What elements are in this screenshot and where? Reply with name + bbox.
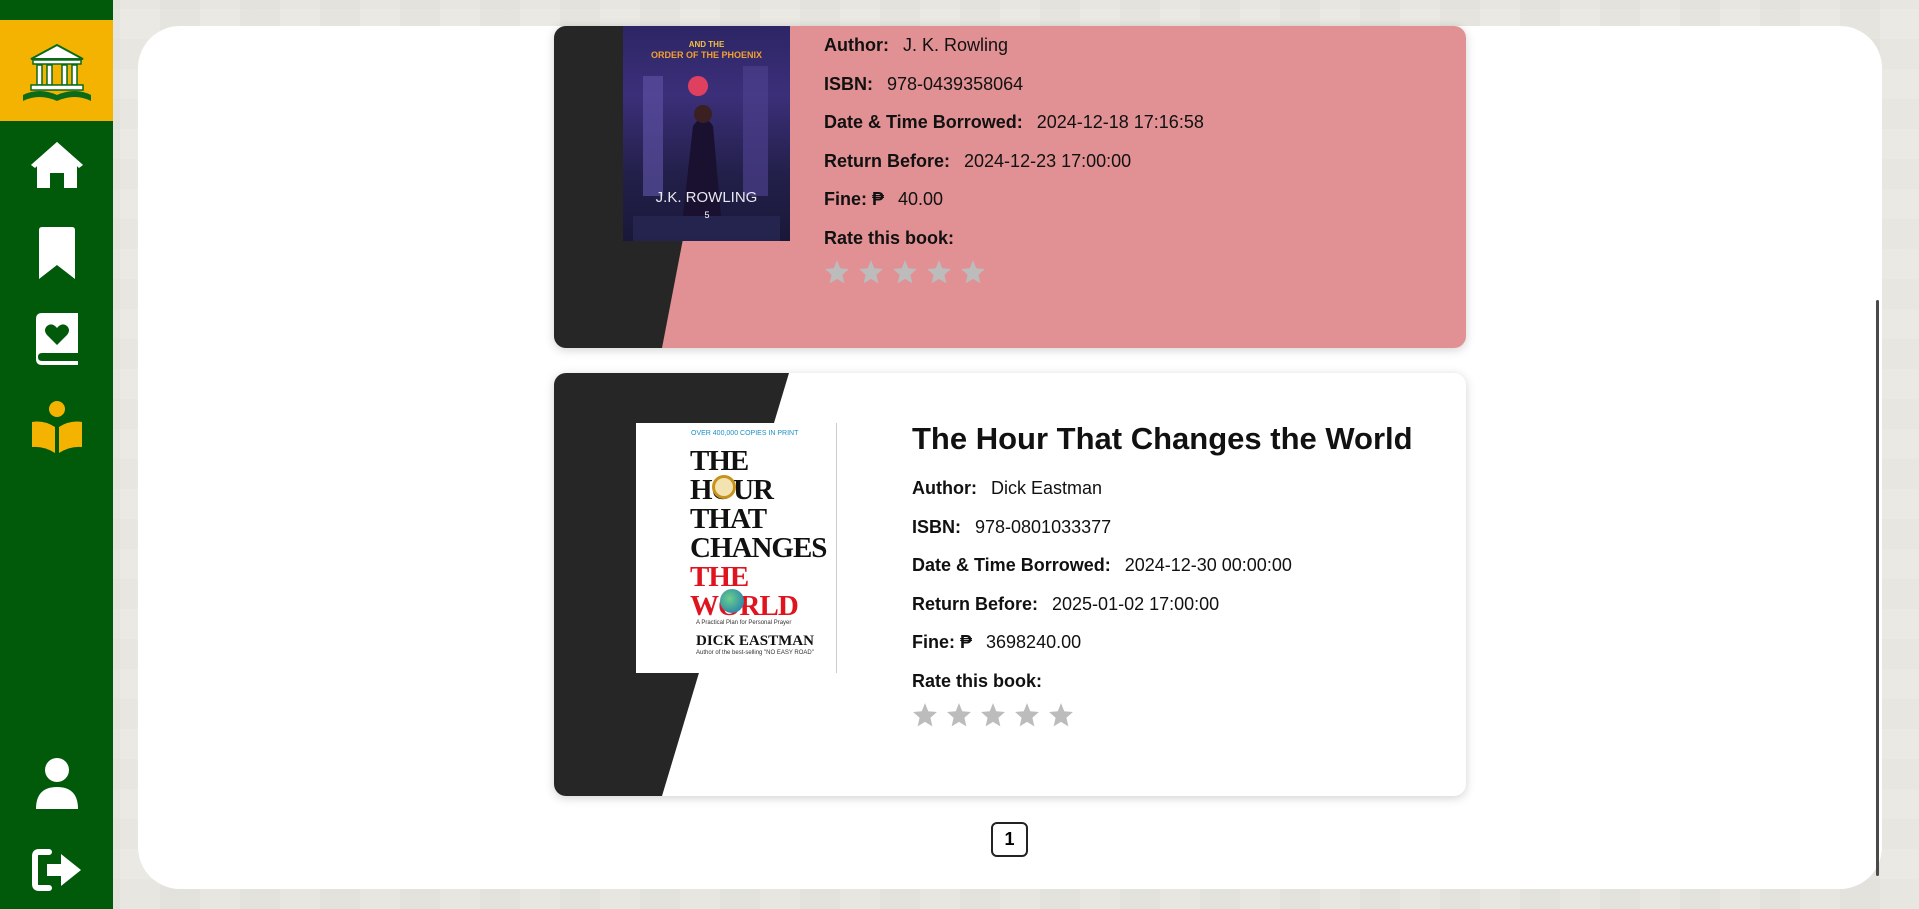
star-icon[interactable] [892,259,918,285]
book-cover: AND THE ORDER OF THE PHOENIX J.K. ROWLIN… [623,26,790,241]
book-cover: OVER 400,000 COPIES IN PRINT THE HOUR TH… [636,423,837,673]
scrollbar-thumb[interactable] [1876,300,1879,876]
cover-subtitle: ORDER OF THE PHOENIX [650,50,762,60]
cover-line: HOUR [690,476,826,505]
user-icon [35,758,78,809]
star-icon[interactable] [858,259,884,285]
isbn-label: ISBN: [824,73,873,94]
star-icon[interactable] [960,259,986,285]
fine-row: Fine: ₱ 40.00 [824,180,1204,219]
bookmark-icon [38,227,75,279]
cover-author-note: Author of the best-selling "NO EASY ROAD… [696,650,814,656]
borrowed-label: Date & Time Borrowed: [912,555,1111,575]
sidebar [0,0,113,909]
nav-logout[interactable] [0,835,113,905]
star-icon[interactable] [1048,702,1074,728]
return-value: 2025-01-02 17:00:00 [1052,593,1220,614]
cover-title-block: THE HOUR THAT CHANGES THE WORLD [690,445,827,622]
isbn-value: 978-0439358064 [887,73,1024,94]
cover-line: CHANGES [690,532,827,564]
cover-tagline: A Practical Plan for Personal Prayer [696,620,792,626]
book-title: The Hour That Changes the World [912,421,1413,456]
logout-icon [31,849,81,891]
cover-line: THE [690,445,749,477]
cover-number: 5 [704,210,710,220]
star-icon[interactable] [912,702,938,728]
cover-and-the: AND THE [688,40,725,49]
book-details: Author: J. K. Rowling ISBN: 978-0439358064… [824,26,1204,285]
nav-bookmarks[interactable] [0,218,113,288]
author-row: Author: J. K. Rowling [824,26,1204,65]
fine-value: 3698240.00 [986,632,1082,652]
borrowed-value: 2024-12-30 00:00:00 [1124,555,1292,575]
fine-row: Fine: ₱ 3698240.00 [912,623,1413,662]
isbn-value: 978-0801033377 [975,516,1112,537]
author-label: Author: [912,478,977,498]
nav-reading[interactable] [0,392,113,462]
borrowed-label: Date & Time Borrowed: [824,112,1023,132]
return-row: Return Before: 2024-12-23 17:00:00 [824,142,1204,181]
isbn-row: ISBN: 978-0439358064 [824,65,1204,104]
star-rating [824,259,1204,285]
cover-banner: OVER 400,000 COPIES IN PRINT [691,430,799,437]
cover-line: THAT [690,503,767,535]
clock-icon [712,475,736,499]
return-row: Return Before: 2025-01-02 17:00:00 [912,585,1413,624]
cover-author: J.K. ROWLING [655,189,758,206]
author-row: Author: Dick Eastman [912,469,1413,508]
star-rating [912,702,1413,728]
author-label: Author: [824,35,889,55]
star-icon[interactable] [980,702,1006,728]
reading-icon [31,401,82,453]
home-icon [30,142,83,188]
isbn-row: ISBN: 978-0801033377 [912,508,1413,547]
rate-label: Rate this book: [912,670,1043,691]
borrowed-book-card: OVER 400,000 COPIES IN PRINT THE HOUR TH… [554,373,1466,796]
return-value: 2024-12-23 17:00:00 [964,150,1132,171]
borrowed-row: Date & Time Borrowed: 2024-12-18 17:16:58 [824,103,1204,142]
pagination-page-1[interactable]: 1 [991,822,1028,857]
nav-profile[interactable] [0,748,113,818]
favorite-book-icon [35,313,78,365]
rate-label: Rate this book: [824,227,955,248]
borrowed-row: Date & Time Borrowed: 2024-12-30 00:00:00 [912,546,1413,585]
isbn-label: ISBN: [912,516,961,537]
cover-author: DICK EASTMAN [696,633,814,649]
nav-favorites[interactable] [0,304,113,374]
star-icon[interactable] [1014,702,1040,728]
book-details: The Hour That Changes the World Author: D… [912,421,1413,728]
library-logo-icon [22,43,91,101]
star-icon[interactable] [926,259,952,285]
fine-value: 40.00 [898,189,944,209]
nav-home[interactable] [0,130,113,200]
return-label: Return Before: [912,593,1039,614]
globe-icon [720,589,744,613]
author-value: Dick Eastman [990,478,1103,498]
fine-label: Fine: ₱ [912,632,973,652]
author-value: J. K. Rowling [902,35,1009,55]
fine-label: Fine: ₱ [824,189,885,209]
star-icon[interactable] [824,259,850,285]
borrowed-book-card: AND THE ORDER OF THE PHOENIX J.K. ROWLIN… [554,26,1466,348]
borrowed-value: 2024-12-18 17:16:58 [1036,112,1204,132]
star-icon[interactable] [946,702,972,728]
library-logo[interactable] [0,20,113,121]
return-label: Return Before: [824,150,951,171]
cover-line: THE [690,561,749,593]
cover-line: WORLD [690,590,799,622]
